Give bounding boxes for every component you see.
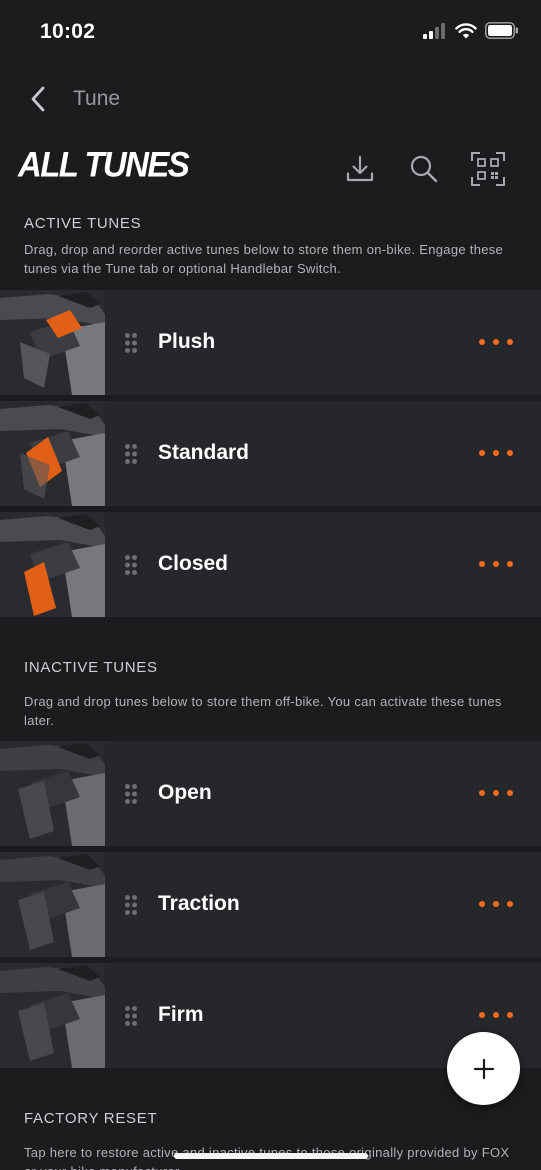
- tune-name: Closed: [158, 552, 229, 575]
- plus-icon: [473, 1058, 494, 1079]
- download-button[interactable]: [341, 150, 379, 188]
- tune-row-standard[interactable]: Standard: [0, 401, 541, 506]
- inactive-tunes-description: Drag and drop tunes below to store them …: [24, 694, 502, 728]
- more-horizontal-icon[interactable]: [479, 334, 513, 350]
- more-horizontal-icon[interactable]: [479, 556, 513, 572]
- home-indicator: [174, 1153, 368, 1159]
- tune-row-closed[interactable]: Closed: [0, 512, 541, 617]
- add-tune-button[interactable]: [447, 1032, 520, 1105]
- tune-row-open[interactable]: Open: [0, 741, 541, 846]
- tune-name: Standard: [158, 441, 250, 464]
- back-button[interactable]: [24, 84, 52, 114]
- drag-handle-icon[interactable]: [124, 1005, 138, 1027]
- more-horizontal-icon[interactable]: [479, 785, 513, 801]
- more-horizontal-icon[interactable]: [479, 445, 513, 461]
- tune-name: Open: [158, 781, 212, 804]
- tune-thumbnail: [0, 741, 105, 846]
- factory-reset-heading[interactable]: FACTORY RESET: [24, 1110, 157, 1127]
- download-icon: [346, 155, 374, 182]
- page-title: ALL TUNES: [18, 144, 190, 185]
- status-time: 10:02: [40, 20, 96, 43]
- active-tunes-description: Drag, drop and reorder active tunes belo…: [24, 242, 504, 276]
- qr-scan-button[interactable]: [469, 150, 507, 188]
- header-actions: [341, 150, 507, 188]
- drag-handle-icon[interactable]: [124, 443, 138, 465]
- tune-thumbnail: [0, 290, 105, 395]
- inactive-tunes-heading: INACTIVE TUNES: [24, 659, 158, 676]
- status-bar: 10:02: [0, 0, 541, 64]
- tune-thumbnail: [0, 852, 105, 957]
- qr-scan-icon: [471, 152, 505, 186]
- page-header: ALL TUNES: [0, 140, 541, 196]
- active-tunes-heading: ACTIVE TUNES: [24, 215, 142, 232]
- drag-handle-icon[interactable]: [124, 894, 138, 916]
- tune-name: Traction: [158, 892, 240, 915]
- nav-bar: Tune: [0, 76, 541, 122]
- tune-row-traction[interactable]: Traction: [0, 852, 541, 957]
- search-button[interactable]: [405, 150, 443, 188]
- nav-back-label[interactable]: Tune: [73, 87, 120, 111]
- drag-handle-icon[interactable]: [124, 332, 138, 354]
- drag-handle-icon[interactable]: [124, 554, 138, 576]
- tune-name: Firm: [158, 1003, 204, 1026]
- battery-icon: [485, 22, 518, 39]
- tune-name: Plush: [158, 330, 216, 353]
- more-horizontal-icon[interactable]: [479, 1007, 513, 1023]
- tune-row-plush[interactable]: Plush: [0, 290, 541, 395]
- search-icon: [410, 155, 438, 183]
- more-horizontal-icon[interactable]: [479, 896, 513, 912]
- drag-handle-icon[interactable]: [124, 783, 138, 805]
- tune-thumbnail: [0, 401, 105, 506]
- tune-thumbnail: [0, 963, 105, 1068]
- wifi-icon: [455, 22, 477, 38]
- cellular-signal-icon: [423, 22, 445, 39]
- status-icons: [423, 22, 519, 39]
- chevron-left-icon: [31, 86, 45, 112]
- tune-thumbnail: [0, 512, 105, 617]
